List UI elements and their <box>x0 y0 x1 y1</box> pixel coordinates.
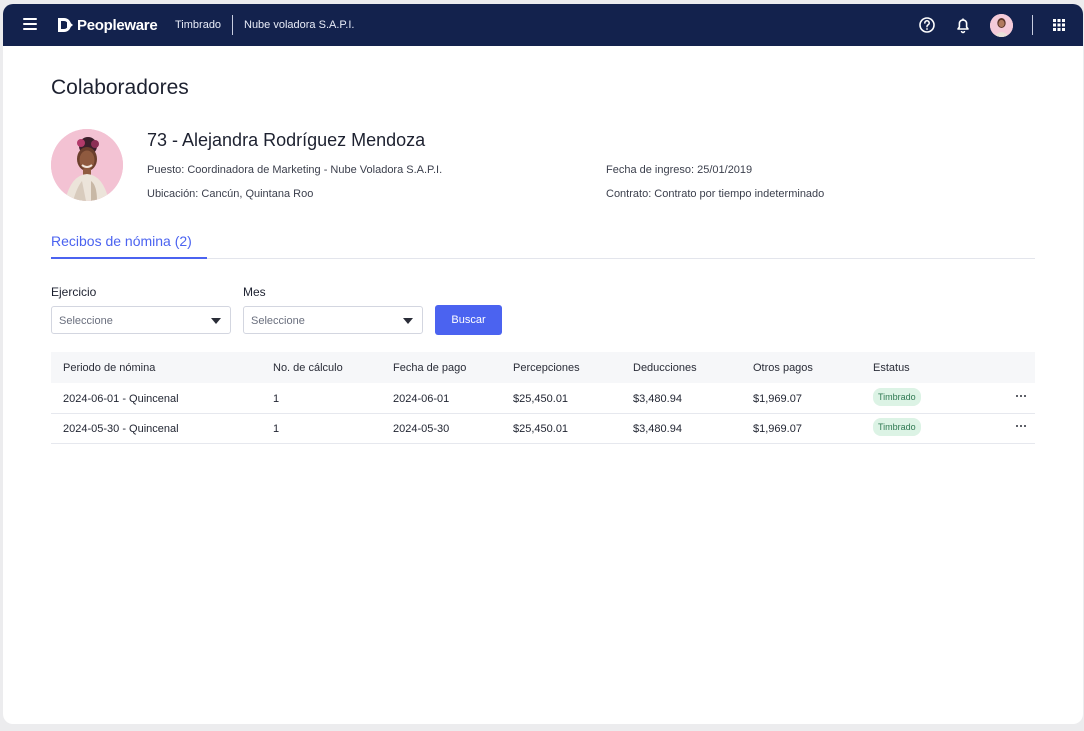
cell-calculo: 1 <box>273 393 280 405</box>
help-icon[interactable] <box>917 15 937 35</box>
employee-photo-icon <box>51 129 123 201</box>
table-header: Periodo de nómina No. de cálculo Fecha d… <box>51 352 1035 383</box>
cell-deducciones: $3,480.94 <box>633 393 682 405</box>
breadcrumb-divider <box>232 15 233 35</box>
chevron-down-icon <box>403 318 413 324</box>
active-tab-indicator <box>51 257 207 259</box>
cell-percepciones: $25,450.01 <box>513 423 569 435</box>
more-options-icon[interactable] <box>1013 417 1029 433</box>
breadcrumb-company[interactable]: Nube voladora S.A.P.I. <box>244 19 354 31</box>
mes-placeholder: Seleccione <box>251 315 305 327</box>
breadcrumb-timbrado[interactable]: Timbrado <box>175 19 221 31</box>
peopleware-logo[interactable]: Peopleware <box>56 15 158 35</box>
buscar-button[interactable]: Buscar <box>435 305 502 335</box>
table-row[interactable]: 2024-06-01 - Quincenal 1 2024-06-01 $25,… <box>51 383 1035 414</box>
table-row[interactable]: 2024-05-30 - Quincenal 1 2024-05-30 $25,… <box>51 413 1035 444</box>
cell-percepciones: $25,450.01 <box>513 393 569 405</box>
cell-otros-pagos: $1,969.07 <box>753 393 802 405</box>
cell-fecha-pago: 2024-05-30 <box>393 423 450 435</box>
mes-label: Mes <box>243 285 266 299</box>
status-badge: Timbrado <box>873 418 921 436</box>
peopleware-logo-mark-icon <box>58 18 73 32</box>
tab-recibos-nomina[interactable]: Recibos de nómina (2) <box>51 233 192 249</box>
page-title: Colaboradores <box>51 76 189 99</box>
column-header: Periodo de nómina <box>63 362 156 374</box>
ejercicio-placeholder: Seleccione <box>59 315 113 327</box>
brand-name: Peopleware <box>77 16 158 34</box>
employee-puesto: Puesto: Coordinadora de Marketing - Nube… <box>147 164 443 176</box>
cell-fecha-pago: 2024-06-01 <box>393 393 450 405</box>
employee-contrato: Contrato: Contrato por tiempo indetermin… <box>606 188 825 200</box>
user-avatar-icon <box>990 14 1013 37</box>
ejercicio-label: Ejercicio <box>51 285 97 299</box>
employee-fecha-ingreso: Fecha de ingreso: 25/01/2019 <box>606 164 753 176</box>
top-navbar: Peopleware Timbrado Nube voladora S.A.P.… <box>3 4 1083 46</box>
cell-periodo: 2024-06-01 - Quincenal <box>63 393 179 405</box>
apps-grid-icon[interactable] <box>1049 15 1069 35</box>
column-header: Deducciones <box>633 362 697 374</box>
cell-otros-pagos: $1,969.07 <box>753 423 802 435</box>
user-avatar[interactable] <box>990 14 1013 37</box>
employee-avatar <box>51 129 123 201</box>
status-badge: Timbrado <box>873 388 921 406</box>
cell-periodo: 2024-05-30 - Quincenal <box>63 423 179 435</box>
column-header: Percepciones <box>513 362 580 374</box>
app-window: Peopleware Timbrado Nube voladora S.A.P.… <box>3 4 1083 724</box>
column-header: No. de cálculo <box>273 362 343 374</box>
column-header: Otros pagos <box>753 362 813 374</box>
bell-icon[interactable] <box>953 15 973 35</box>
ejercicio-select[interactable]: Seleccione <box>51 306 231 334</box>
chevron-down-icon <box>211 318 221 324</box>
menu-icon[interactable] <box>23 18 37 30</box>
more-options-icon[interactable] <box>1013 387 1029 403</box>
employee-ubicacion: Ubicación: Cancún, Quintana Roo <box>147 188 314 200</box>
column-header: Fecha de pago <box>393 362 467 374</box>
employee-name: 73 - Alejandra Rodríguez Mendoza <box>147 130 426 150</box>
cell-calculo: 1 <box>273 423 280 435</box>
mes-select[interactable]: Seleccione <box>243 306 423 334</box>
column-header: Estatus <box>873 362 910 374</box>
topbar-divider <box>1032 15 1033 35</box>
cell-deducciones: $3,480.94 <box>633 423 682 435</box>
